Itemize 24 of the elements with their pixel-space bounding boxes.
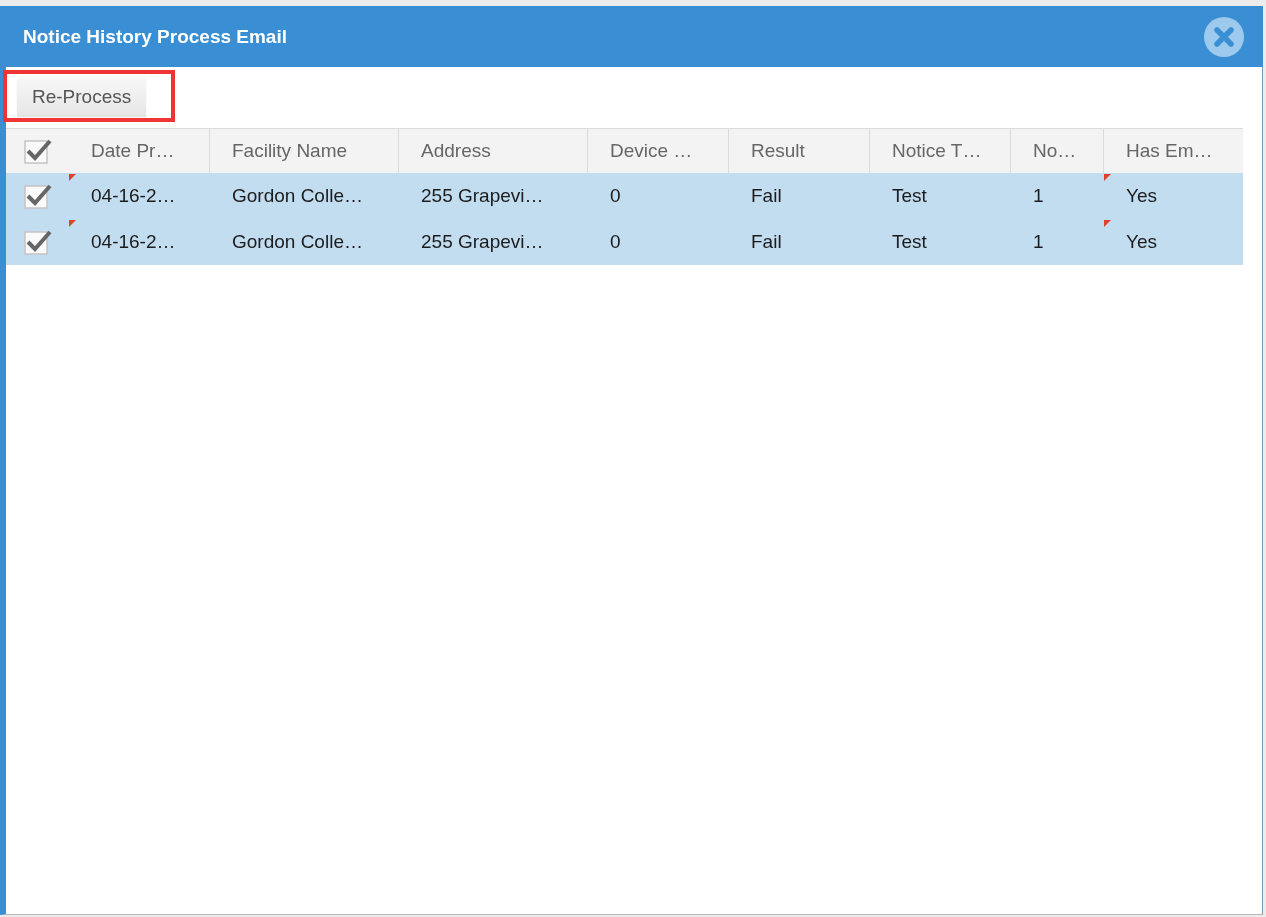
table-cell: 255 Grapevi… — [421, 231, 544, 253]
row-checkbox[interactable] — [24, 228, 52, 256]
table-cell: Test — [892, 185, 927, 207]
table-row[interactable]: 04-16-2… Gordon Colle… 255 Grapevi… 0 Fail Test 1 Yes — [6, 173, 1243, 219]
table-cell: 1 — [1033, 185, 1044, 207]
table-cell: Gordon Colle… — [232, 231, 363, 253]
table-cell: Fail — [751, 185, 782, 207]
table-cell: Gordon Colle… — [232, 185, 363, 207]
column-header[interactable]: Has Em… — [1104, 129, 1243, 173]
table-cell: 0 — [610, 231, 621, 253]
select-all-checkbox[interactable] — [24, 137, 52, 165]
table-cell: Test — [892, 231, 927, 253]
table-cell: Yes — [1126, 185, 1157, 207]
table-cell: 04-16-2… — [91, 231, 176, 253]
table-row[interactable]: 04-16-2… Gordon Colle… 255 Grapevi… 0 Fail Test 1 Yes — [6, 219, 1243, 265]
window-title: Notice History Process Email — [23, 25, 287, 48]
re-process-button[interactable]: Re-Process — [17, 78, 147, 116]
table-cell: Yes — [1126, 231, 1157, 253]
table-cell: 0 — [610, 185, 621, 207]
row-checkbox[interactable] — [24, 182, 52, 210]
table-cell: 04-16-2… — [91, 185, 176, 207]
table-cell: 255 Grapevi… — [421, 185, 544, 207]
table-cell: Fail — [751, 231, 782, 253]
table-cell: 1 — [1033, 231, 1044, 253]
